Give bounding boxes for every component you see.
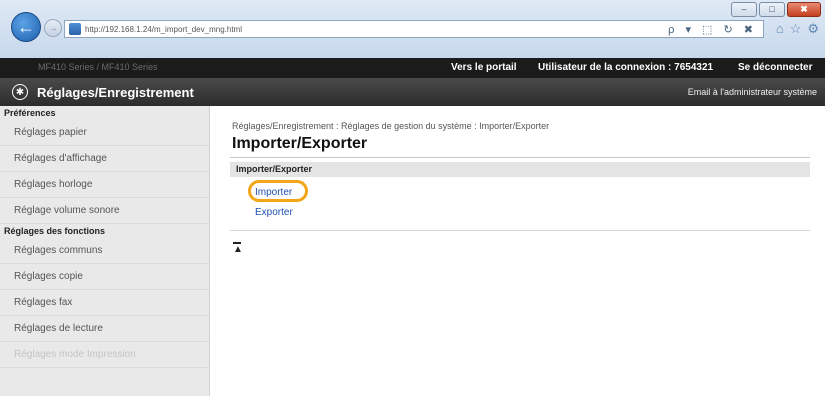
login-user: Utilisateur de la connexion : 7654321 (538, 62, 713, 73)
settings-gear-icon: ✱ (12, 84, 28, 100)
main-content: Réglages/Enregistrement : Réglages de ge… (210, 106, 825, 396)
export-link[interactable]: Exporter (255, 207, 293, 218)
sidebar-item-copy[interactable]: Réglages copie (0, 264, 209, 290)
section-heading: Importer/Exporter (230, 162, 810, 177)
sidebar-item-common[interactable]: Réglages communs (0, 238, 209, 264)
favorites-icon[interactable]: ☆ (790, 21, 802, 37)
minimize-button[interactable]: – (731, 2, 757, 17)
browser-nav-icons: ⌂ ☆ ⚙ (776, 21, 819, 37)
portal-link[interactable]: Vers le portail (451, 62, 517, 73)
close-window-button[interactable]: ✖ (787, 2, 821, 17)
forward-arrow-icon[interactable]: → (44, 19, 62, 37)
admin-email-link[interactable]: Email à l'administrateur système (688, 87, 817, 97)
sidebar-item-paper[interactable]: Réglages papier (0, 120, 209, 146)
window-controls: – □ ✖ (731, 2, 821, 17)
sidebar-item-scan[interactable]: Réglages de lecture (0, 316, 209, 342)
back-to-top-icon[interactable]: ▲ (233, 242, 243, 255)
home-icon[interactable]: ⌂ (776, 21, 784, 37)
page-header: ✱ Réglages/Enregistrement Email à l'admi… (0, 78, 825, 106)
sidebar: Préférences Réglages papier Réglages d'a… (0, 106, 210, 396)
sidebar-item-print[interactable]: Réglages mode Impression (0, 342, 209, 368)
sidebar-heading-preferences: Préférences (4, 108, 56, 118)
logout-link[interactable]: Se déconnecter (738, 62, 812, 73)
title-divider (230, 157, 810, 158)
address-bar-tools[interactable]: ρ ▾ ⬚ ↻ ✖ (668, 23, 757, 36)
login-user-id: 7654321 (674, 62, 714, 73)
header-title: Réglages/Enregistrement (37, 85, 194, 100)
sidebar-item-fax[interactable]: Réglages fax (0, 290, 209, 316)
breadcrumb: Réglages/Enregistrement : Réglages de ge… (232, 121, 550, 131)
import-link[interactable]: Importer (255, 187, 292, 198)
url-text[interactable]: http://192.168.1.24/m_import_dev_mng.htm… (85, 25, 242, 34)
device-name: MF410 Series / MF410 Series (38, 62, 158, 72)
page-title: Importer/Exporter (232, 135, 368, 152)
back-arrow-icon[interactable]: ← (11, 12, 41, 42)
address-bar[interactable]: http://192.168.1.24/m_import_dev_mng.htm… (64, 20, 764, 38)
page-icon (69, 23, 81, 35)
bottom-divider (230, 230, 810, 231)
sidebar-item-display[interactable]: Réglages d'affichage (0, 146, 209, 172)
sidebar-item-clock[interactable]: Réglages horloge (0, 172, 209, 198)
sidebar-item-volume[interactable]: Réglage volume sonore (0, 198, 209, 224)
browser-chrome: – □ ✖ ← → http://192.168.1.24/m_import_d… (0, 0, 825, 58)
top-bar: MF410 Series / MF410 Series Vers le port… (0, 58, 825, 78)
settings-icon[interactable]: ⚙ (807, 21, 819, 37)
login-user-label: Utilisateur de la connexion : (538, 62, 672, 73)
maximize-button[interactable]: □ (759, 2, 785, 17)
sidebar-heading-functions: Réglages des fonctions (4, 226, 106, 236)
